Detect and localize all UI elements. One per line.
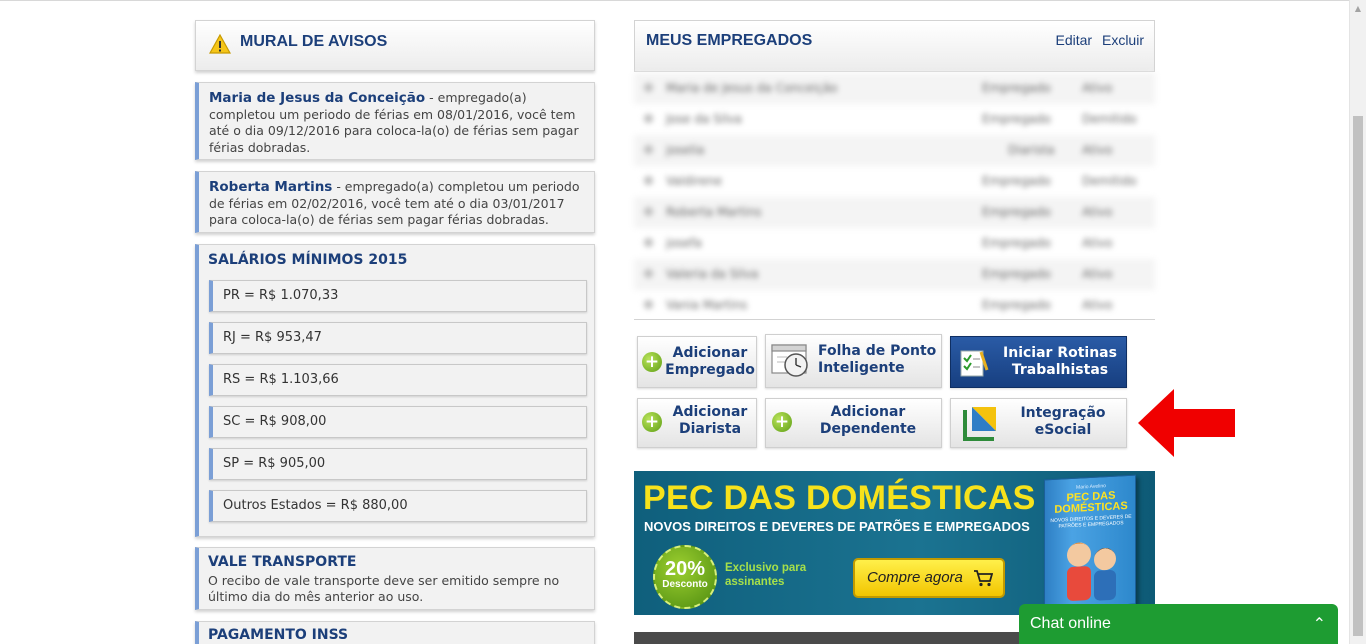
page-scrollbar[interactable]: ▲ [1349,0,1366,644]
salary-item: SP = R$ 905,00 [209,448,587,480]
employees-header: MEUS EMPREGADOS Editar Excluir [634,20,1155,72]
add-employee-button[interactable]: + Adicionar Empregado [637,336,757,388]
add-diarist-button[interactable]: + Adicionar Diarista [637,398,757,448]
vale-text: O recibo de vale transporte deve ser emi… [208,573,560,604]
plus-icon: + [642,352,662,372]
employee-row[interactable]: Valeria da Silva Empregado Ativo [634,259,1155,290]
esocial-icon [963,407,996,441]
scroll-up-icon[interactable]: ▲ [1350,0,1366,17]
esocial-integration-button[interactable]: Integração eSocial [950,398,1127,448]
banner-title: PEC DAS DOMÉSTICAS [643,479,1036,517]
salary-item: PR = R$ 1.070,33 [209,280,587,312]
next-banner [634,632,1024,644]
book-cover: Mario Avelino PEC DAS DOMÉSTICAS NOVOS D… [1044,474,1136,610]
salarios-panel: SALÁRIOS MÍNIMOS 2015 PR = R$ 1.070,33 R… [195,244,595,537]
pec-banner[interactable]: PEC DAS DOMÉSTICAS NOVOS DIREITOS E DEVE… [634,471,1155,615]
radio-icon[interactable] [644,300,653,309]
employee-row[interactable]: joselia Diarista Ativo [634,135,1155,166]
red-arrow-icon [1138,389,1235,457]
employee-row[interactable]: Maria de Jesus da Conceição Empregado At… [634,73,1155,104]
exclusive-text: Exclusivo para assinantes [725,562,807,588]
radio-icon[interactable] [644,238,653,247]
clock-calendar-icon [771,344,808,377]
add-dependent-button[interactable]: + Adicionar Dependente [765,398,942,448]
chat-label: Chat online [1030,615,1111,632]
employee-name-link[interactable]: Roberta Martins [209,179,332,195]
checklist-icon [960,350,989,377]
radio-icon[interactable] [644,145,653,154]
start-routines-button[interactable]: Iniciar Rotinas Trabalhistas [950,336,1127,388]
notice-card: Maria de Jesus da Conceição - empregado(… [195,82,595,160]
radio-icon[interactable] [644,269,653,278]
radio-icon[interactable] [644,114,653,123]
mural-title: MURAL DE AVISOS [240,33,388,50]
vale-transporte-panel: VALE TRANSPORTE O recibo de vale transpo… [195,547,595,610]
mural-header: MURAL DE AVISOS [195,20,595,71]
employee-row[interactable]: josefa Empregado Ativo [634,228,1155,259]
cartoon-figures-icon [1067,542,1116,601]
radio-icon[interactable] [644,83,653,92]
salary-item: RS = R$ 1.103,66 [209,364,587,396]
employees-list: Maria de Jesus da Conceição Empregado At… [634,72,1155,320]
salary-item: RJ = R$ 953,47 [209,322,587,354]
inss-panel: PAGAMENTO INSS [195,621,595,644]
employee-row[interactable]: Valdirene Empregado Demitido [634,166,1155,197]
salarios-title: SALÁRIOS MÍNIMOS 2015 [208,252,408,268]
salary-item: SC = R$ 908,00 [209,406,587,438]
radio-icon[interactable] [644,207,653,216]
banner-subtitle: NOVOS DIREITOS E DEVERES DE PATRÕES E EM… [644,519,1030,534]
chevron-up-icon[interactable]: ⌃ [1313,614,1326,634]
radio-icon[interactable] [644,176,653,185]
employee-row[interactable]: Jose da Silva Empregado Demitido [634,104,1155,135]
scroll-thumb[interactable] [1353,116,1363,636]
edit-link[interactable]: Editar [1056,32,1093,48]
vale-title: VALE TRANSPORTE [208,554,357,570]
plus-icon: + [642,412,662,432]
discount-badge: 20% Desconto [653,545,717,609]
warning-icon [209,34,231,54]
top-border [0,0,1366,1]
chat-online-widget[interactable]: Chat online ⌃ [1019,604,1338,644]
salary-item: Outros Estados = R$ 880,00 [209,490,587,522]
employee-row[interactable]: Vania Martins Empregado Ativo [634,290,1155,321]
employee-name-link[interactable]: Maria de Jesus da Conceição [209,90,425,106]
employees-title: MEUS EMPREGADOS [646,32,813,49]
timesheet-button[interactable]: Folha de Ponto Inteligente [765,334,942,388]
cart-icon [974,570,993,587]
buy-now-button[interactable]: Compre agora [853,558,1005,598]
employee-row[interactable]: Roberta Martins Empregado Ativo [634,197,1155,228]
delete-link[interactable]: Excluir [1102,32,1144,48]
inss-title: PAGAMENTO INSS [208,627,349,643]
plus-icon: + [772,412,792,432]
notice-card: Roberta Martins - empregado(a) completou… [195,171,595,233]
